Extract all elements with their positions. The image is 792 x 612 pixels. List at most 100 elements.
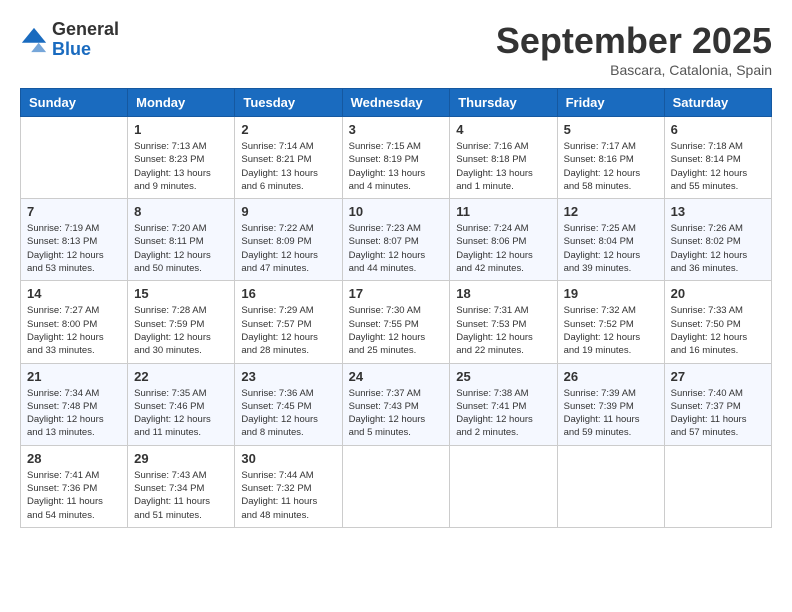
day-info: Sunrise: 7:27 AMSunset: 8:00 PMDaylight:… <box>27 304 121 357</box>
table-row: 8Sunrise: 7:20 AMSunset: 8:11 PMDaylight… <box>128 199 235 281</box>
table-row: 4 Sunrise: 7:16 AMSunset: 8:18 PMDaylight… <box>450 117 557 199</box>
logo-text: General Blue <box>52 20 119 60</box>
day-info: Sunrise: 7:20 AMSunset: 8:11 PMDaylight:… <box>134 222 228 275</box>
day-number: 4 <box>456 122 550 137</box>
day-info: Sunrise: 7:19 AMSunset: 8:13 PMDaylight:… <box>27 222 121 275</box>
table-row: 19 Sunrise: 7:32 AMSunset: 7:52 PMDayligh… <box>557 281 664 363</box>
table-row: 21 Sunrise: 7:34 AMSunset: 7:48 PMDayligh… <box>21 363 128 445</box>
day-number: 10 <box>349 204 444 219</box>
day-number: 29 <box>134 451 228 466</box>
table-row: 29Sunrise: 7:43 AMSunset: 7:34 PMDayligh… <box>128 445 235 527</box>
col-monday: Monday <box>128 89 235 117</box>
day-info: Sunrise: 7:18 AMSunset: 8:14 PMDaylight:… <box>671 140 765 193</box>
logo-blue: Blue <box>52 40 119 60</box>
table-row: 14 Sunrise: 7:27 AMSunset: 8:00 PMDayligh… <box>21 281 128 363</box>
day-number: 20 <box>671 286 765 301</box>
day-info: Sunrise: 7:28 AMSunset: 7:59 PMDaylight:… <box>134 304 228 357</box>
day-info: Sunrise: 7:29 AMSunset: 7:57 PMDaylight:… <box>241 304 335 357</box>
day-number: 18 <box>456 286 550 301</box>
day-info: Sunrise: 7:33 AMSunset: 7:50 PMDaylight:… <box>671 304 765 357</box>
day-info: Sunrise: 7:26 AMSunset: 8:02 PMDaylight:… <box>671 222 765 275</box>
day-number: 22 <box>134 369 228 384</box>
day-number: 14 <box>27 286 121 301</box>
day-info: Sunrise: 7:14 AMSunset: 8:21 PMDaylight:… <box>241 140 335 193</box>
col-saturday: Saturday <box>664 89 771 117</box>
day-number: 9 <box>241 204 335 219</box>
day-number: 19 <box>564 286 658 301</box>
table-row: 9 Sunrise: 7:22 AMSunset: 8:09 PMDaylight… <box>235 199 342 281</box>
table-row: 15 Sunrise: 7:28 AMSunset: 7:59 PMDayligh… <box>128 281 235 363</box>
day-info: Sunrise: 7:17 AMSunset: 8:16 PMDaylight:… <box>564 140 658 193</box>
day-number: 26 <box>564 369 658 384</box>
page-header: General Blue September 2025 Bascara, Cat… <box>20 20 772 78</box>
day-number: 5 <box>564 122 658 137</box>
day-number: 28 <box>27 451 121 466</box>
calendar-header-row: Sunday Monday Tuesday Wednesday Thursday… <box>21 89 772 117</box>
day-number: 2 <box>241 122 335 137</box>
table-row: 5 Sunrise: 7:17 AMSunset: 8:16 PMDaylight… <box>557 117 664 199</box>
day-number: 3 <box>349 122 444 137</box>
day-number: 7 <box>27 204 121 219</box>
day-info: Sunrise: 7:16 AMSunset: 8:18 PMDaylight:… <box>456 140 550 193</box>
table-row: 10 Sunrise: 7:23 AMSunset: 8:07 PMDayligh… <box>342 199 450 281</box>
title-section: September 2025 Bascara, Catalonia, Spain <box>496 20 772 78</box>
calendar-week-row: 1Sunrise: 7:13 AMSunset: 8:23 PMDaylight… <box>21 117 772 199</box>
col-friday: Friday <box>557 89 664 117</box>
day-info: Sunrise: 7:15 AMSunset: 8:19 PMDaylight:… <box>349 140 444 193</box>
table-row: 1Sunrise: 7:13 AMSunset: 8:23 PMDaylight… <box>128 117 235 199</box>
day-number: 24 <box>349 369 444 384</box>
day-number: 12 <box>564 204 658 219</box>
day-number: 30 <box>241 451 335 466</box>
day-number: 11 <box>456 204 550 219</box>
day-info: Sunrise: 7:40 AMSunset: 7:37 PMDaylight:… <box>671 387 765 440</box>
day-info: Sunrise: 7:24 AMSunset: 8:06 PMDaylight:… <box>456 222 550 275</box>
day-info: Sunrise: 7:36 AMSunset: 7:45 PMDaylight:… <box>241 387 335 440</box>
table-row: 11 Sunrise: 7:24 AMSunset: 8:06 PMDayligh… <box>450 199 557 281</box>
day-number: 13 <box>671 204 765 219</box>
day-info: Sunrise: 7:39 AMSunset: 7:39 PMDaylight:… <box>564 387 658 440</box>
table-row <box>664 445 771 527</box>
col-wednesday: Wednesday <box>342 89 450 117</box>
calendar-week-row: 14 Sunrise: 7:27 AMSunset: 8:00 PMDayligh… <box>21 281 772 363</box>
logo-icon <box>20 26 48 54</box>
day-info: Sunrise: 7:44 AMSunset: 7:32 PMDaylight:… <box>241 469 335 522</box>
day-number: 17 <box>349 286 444 301</box>
day-number: 21 <box>27 369 121 384</box>
table-row: 24 Sunrise: 7:37 AMSunset: 7:43 PMDayligh… <box>342 363 450 445</box>
table-row: 22Sunrise: 7:35 AMSunset: 7:46 PMDayligh… <box>128 363 235 445</box>
day-number: 27 <box>671 369 765 384</box>
calendar-week-row: 7 Sunrise: 7:19 AMSunset: 8:13 PMDaylight… <box>21 199 772 281</box>
table-row: 18 Sunrise: 7:31 AMSunset: 7:53 PMDayligh… <box>450 281 557 363</box>
logo-general: General <box>52 20 119 40</box>
table-row <box>21 117 128 199</box>
col-tuesday: Tuesday <box>235 89 342 117</box>
table-row: 27 Sunrise: 7:40 AMSunset: 7:37 PMDayligh… <box>664 363 771 445</box>
table-row: 23Sunrise: 7:36 AMSunset: 7:45 PMDayligh… <box>235 363 342 445</box>
day-info: Sunrise: 7:34 AMSunset: 7:48 PMDaylight:… <box>27 387 121 440</box>
day-info: Sunrise: 7:22 AMSunset: 8:09 PMDaylight:… <box>241 222 335 275</box>
location-subtitle: Bascara, Catalonia, Spain <box>496 62 772 78</box>
logo: General Blue <box>20 20 119 60</box>
table-row <box>342 445 450 527</box>
day-number: 6 <box>671 122 765 137</box>
day-info: Sunrise: 7:23 AMSunset: 8:07 PMDaylight:… <box>349 222 444 275</box>
day-number: 16 <box>241 286 335 301</box>
day-info: Sunrise: 7:32 AMSunset: 7:52 PMDaylight:… <box>564 304 658 357</box>
day-info: Sunrise: 7:31 AMSunset: 7:53 PMDaylight:… <box>456 304 550 357</box>
table-row: 26 Sunrise: 7:39 AMSunset: 7:39 PMDayligh… <box>557 363 664 445</box>
table-row: 13 Sunrise: 7:26 AMSunset: 8:02 PMDayligh… <box>664 199 771 281</box>
day-number: 15 <box>134 286 228 301</box>
day-info: Sunrise: 7:37 AMSunset: 7:43 PMDaylight:… <box>349 387 444 440</box>
day-info: Sunrise: 7:13 AMSunset: 8:23 PMDaylight:… <box>134 140 228 193</box>
calendar-week-row: 21 Sunrise: 7:34 AMSunset: 7:48 PMDayligh… <box>21 363 772 445</box>
month-title: September 2025 <box>496 20 772 62</box>
table-row: 6 Sunrise: 7:18 AMSunset: 8:14 PMDaylight… <box>664 117 771 199</box>
day-info: Sunrise: 7:25 AMSunset: 8:04 PMDaylight:… <box>564 222 658 275</box>
table-row <box>450 445 557 527</box>
table-row: 20 Sunrise: 7:33 AMSunset: 7:50 PMDayligh… <box>664 281 771 363</box>
calendar-week-row: 28Sunrise: 7:41 AMSunset: 7:36 PMDayligh… <box>21 445 772 527</box>
table-row: 12 Sunrise: 7:25 AMSunset: 8:04 PMDayligh… <box>557 199 664 281</box>
table-row: 17 Sunrise: 7:30 AMSunset: 7:55 PMDayligh… <box>342 281 450 363</box>
day-info: Sunrise: 7:30 AMSunset: 7:55 PMDaylight:… <box>349 304 444 357</box>
table-row: 3 Sunrise: 7:15 AMSunset: 8:19 PMDaylight… <box>342 117 450 199</box>
